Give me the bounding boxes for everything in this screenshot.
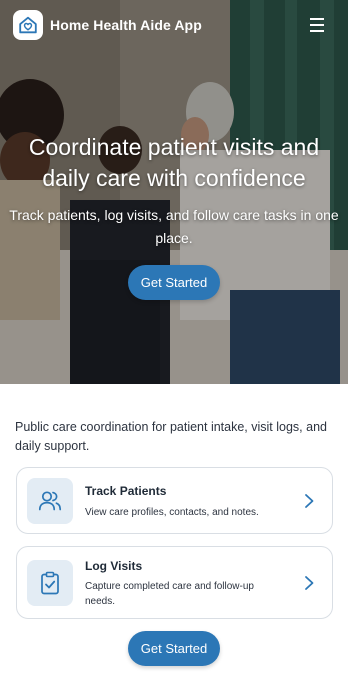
feature-card-log-visits[interactable]: Log Visits Capture completed care and fo… <box>16 546 333 619</box>
hero-get-started-button[interactable]: Get Started <box>128 265 220 300</box>
feature-card-track-patients[interactable]: Track Patients View care profiles, conta… <box>16 467 333 534</box>
hero-section: Home Health Aide App Coordinate patient … <box>0 0 348 384</box>
app-title: Home Health Aide App <box>50 17 202 33</box>
users-icon <box>38 491 62 511</box>
chevron-right-icon <box>305 576 314 590</box>
feature-description: View care profiles, contacts, and notes. <box>85 507 259 518</box>
hamburger-menu-icon <box>310 18 324 32</box>
feature-icon-container <box>27 560 73 606</box>
feature-title: Log Visits <box>85 559 143 573</box>
hero-heading: Coordinate patient visits and daily care… <box>28 134 320 191</box>
chevron-right-icon <box>305 494 314 508</box>
app-logo[interactable] <box>13 10 43 40</box>
menu-button[interactable] <box>308 15 330 35</box>
feature-title: Track Patients <box>85 484 167 498</box>
bottom-get-started-button[interactable]: Get Started <box>128 631 220 666</box>
hero-subheading: Track patients, log visits, and follow c… <box>9 207 339 246</box>
feature-description: Capture completed care and follow-up nee… <box>85 581 254 607</box>
clipboard-check-icon <box>41 571 59 595</box>
home-heart-icon <box>19 16 37 34</box>
intro-text: Public care coordination for patient int… <box>15 420 327 453</box>
top-navigation-bar: Home Health Aide App <box>0 0 348 52</box>
feature-icon-container <box>27 478 73 524</box>
